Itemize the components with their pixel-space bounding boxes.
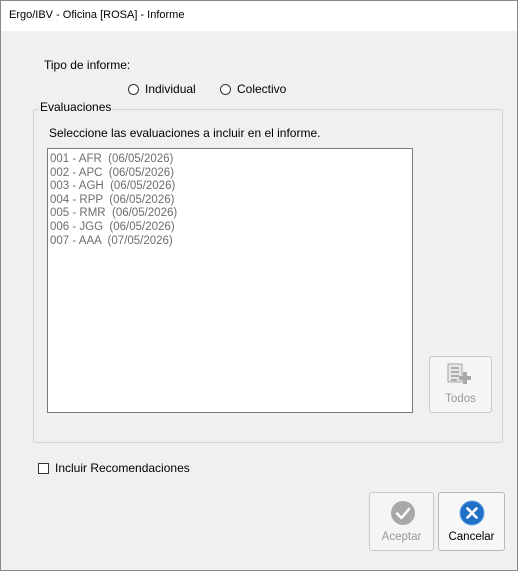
cancelar-button[interactable]: Cancelar: [438, 492, 505, 551]
checkbox-box[interactable]: [38, 462, 49, 474]
list-item[interactable]: 003 - AGH (06/05/2026): [48, 180, 412, 194]
list-item[interactable]: 006 - JGG (06/05/2026): [48, 221, 412, 235]
todos-button[interactable]: Todos: [429, 356, 492, 413]
radio-colectivo-label: Colectivo: [237, 82, 287, 96]
incluir-recomendaciones-label: Incluir Recomendaciones: [55, 461, 190, 475]
aceptar-button-label: Aceptar: [381, 531, 422, 543]
radio-individual[interactable]: Individual: [128, 82, 196, 96]
radio-circle-individual[interactable]: [128, 83, 139, 95]
cancelar-button-label: Cancelar: [448, 531, 495, 543]
aceptar-button[interactable]: Aceptar: [369, 492, 434, 551]
select-all-list-icon: [446, 363, 474, 390]
evaluaciones-group-title: Evaluaciones: [39, 100, 113, 114]
title-bar: Ergo/IBV - Oficina [ROSA] - Informe: [1, 1, 517, 31]
informe-dialog: Ergo/IBV - Oficina [ROSA] - Informe Tipo…: [0, 0, 518, 571]
list-item[interactable]: 007 - AAA (07/05/2026): [48, 235, 412, 249]
list-item[interactable]: 005 - RMR (06/05/2026): [48, 207, 412, 221]
radio-individual-label: Individual: [145, 82, 196, 96]
list-item[interactable]: 002 - APC (06/05/2026): [48, 167, 412, 181]
list-item[interactable]: 001 - AFR (06/05/2026): [48, 153, 412, 167]
tipo-informe-label: Tipo de informe:: [44, 58, 131, 72]
list-item[interactable]: 004 - RPP (06/05/2026): [48, 194, 412, 208]
radio-colectivo[interactable]: Colectivo: [220, 82, 286, 96]
todos-button-label: Todos: [445, 393, 476, 405]
incluir-recomendaciones-checkbox[interactable]: Incluir Recomendaciones: [38, 461, 190, 475]
window-title: Ergo/IBV - Oficina [ROSA] - Informe: [9, 9, 185, 21]
evaluaciones-instruction: Seleccione las evaluaciones a incluir en…: [49, 126, 321, 140]
evaluaciones-listbox[interactable]: 001 - AFR (06/05/2026) 002 - APC (06/05/…: [47, 148, 413, 413]
close-icon: [459, 500, 485, 529]
radio-circle-colectivo[interactable]: [220, 83, 231, 95]
checkmark-icon: [390, 500, 416, 529]
